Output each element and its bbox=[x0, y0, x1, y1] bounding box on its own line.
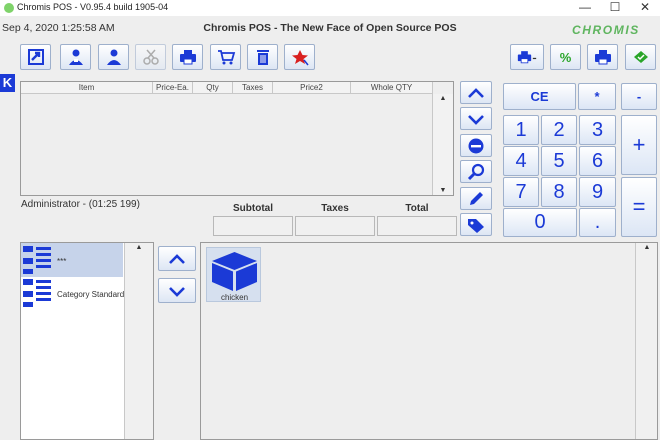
category-item[interactable]: *** bbox=[21, 243, 123, 277]
taxes-value bbox=[295, 216, 375, 236]
product-scrollbar[interactable]: ▲ bbox=[635, 243, 657, 439]
clear-entry-button[interactable]: CE bbox=[503, 83, 576, 110]
minus-circle-icon bbox=[468, 138, 484, 153]
user-icon bbox=[106, 49, 121, 65]
list-icon bbox=[23, 246, 51, 274]
scroll-up-arrow[interactable]: ▲ bbox=[433, 95, 453, 102]
user-button[interactable] bbox=[98, 44, 129, 70]
search-icon bbox=[467, 163, 485, 180]
digit-8-button[interactable]: 8 bbox=[541, 177, 577, 207]
category-label: *** bbox=[57, 257, 67, 266]
decimal-button[interactable]: . bbox=[579, 208, 616, 237]
line-up-button[interactable] bbox=[460, 81, 492, 104]
digit-1-button[interactable]: 1 bbox=[503, 115, 539, 145]
category-up-button[interactable] bbox=[158, 246, 196, 271]
column-header-price2[interactable]: Price2 bbox=[273, 82, 351, 93]
column-header-price[interactable]: Price-Ea. bbox=[153, 82, 193, 93]
minimize-button[interactable]: — bbox=[570, 0, 600, 16]
product-box-icon bbox=[212, 252, 257, 291]
money-icon bbox=[633, 51, 648, 63]
remove-line-button[interactable] bbox=[460, 134, 492, 157]
column-header-qty[interactable]: Qty bbox=[193, 82, 233, 93]
print-button[interactable] bbox=[587, 44, 618, 70]
chevron-down-icon bbox=[169, 286, 185, 297]
taxes-label: Taxes bbox=[321, 203, 349, 214]
window-title: Chromis POS - V0.95.4 build 1905-04 bbox=[17, 2, 169, 12]
product-label: chicken bbox=[220, 293, 249, 302]
plus-button[interactable]: + bbox=[621, 115, 657, 175]
subtotal-value bbox=[213, 216, 293, 236]
cut-icon bbox=[142, 49, 159, 65]
edit-line-button[interactable] bbox=[460, 187, 492, 210]
scroll-up-arrow[interactable]: ▲ bbox=[129, 244, 149, 251]
column-header-taxes[interactable]: Taxes bbox=[233, 82, 273, 93]
refresh-button[interactable] bbox=[20, 44, 51, 70]
chromis-logo: CHROMIS bbox=[572, 23, 640, 37]
current-user-label: Administrator - (01:25 199) bbox=[21, 199, 140, 210]
digit-7-button[interactable]: 7 bbox=[503, 177, 539, 207]
cart-button[interactable] bbox=[210, 44, 241, 70]
search-product-button[interactable] bbox=[460, 160, 492, 183]
digit-5-button[interactable]: 5 bbox=[541, 146, 577, 176]
total-value bbox=[377, 216, 457, 236]
category-down-button[interactable] bbox=[158, 278, 196, 303]
customer-button[interactable] bbox=[60, 44, 91, 70]
discount-button[interactable]: % bbox=[550, 44, 581, 70]
scroll-up-arrow[interactable]: ▲ bbox=[637, 244, 657, 251]
close-button[interactable]: ✕ bbox=[630, 0, 660, 16]
datetime-label: Sep 4, 2020 1:25:58 AM bbox=[2, 22, 115, 34]
product-item[interactable]: chicken bbox=[206, 247, 261, 302]
chevron-up-icon bbox=[169, 253, 185, 264]
cut-button[interactable] bbox=[135, 44, 166, 70]
multiply-button[interactable]: * bbox=[578, 83, 616, 110]
cart-icon bbox=[217, 50, 235, 65]
side-panel-toggle[interactable]: K bbox=[0, 74, 15, 92]
ticket-scrollbar[interactable]: ▲ ▼ bbox=[432, 94, 453, 195]
maximize-button[interactable]: ☐ bbox=[600, 0, 630, 16]
category-label: Category Standard bbox=[57, 290, 125, 299]
delete-ticket-button[interactable] bbox=[247, 44, 278, 70]
refresh-icon bbox=[27, 49, 44, 65]
ticket-table: Item Price-Ea. Qty Taxes Price2 Whole QT… bbox=[20, 81, 454, 196]
equals-button[interactable]: = bbox=[621, 177, 657, 237]
pay-button[interactable] bbox=[625, 44, 656, 70]
window-titlebar: Chromis POS - V0.95.4 build 1905-04 — ☐ … bbox=[0, 0, 660, 16]
total-label: Total bbox=[405, 203, 429, 214]
product-grid: chicken ▲ bbox=[200, 242, 658, 440]
digit-6-button[interactable]: 6 bbox=[579, 146, 616, 176]
digit-4-button[interactable]: 4 bbox=[503, 146, 539, 176]
printer-icon bbox=[594, 50, 611, 65]
pencil-icon bbox=[470, 191, 483, 205]
category-list: *** Category Standard ▲ bbox=[20, 242, 154, 440]
column-header-item[interactable]: Item bbox=[21, 82, 153, 93]
list-icon bbox=[23, 279, 51, 307]
line-down-button[interactable] bbox=[460, 107, 492, 130]
printer-icon bbox=[517, 51, 537, 64]
printer-icon bbox=[179, 50, 196, 65]
digit-2-button[interactable]: 2 bbox=[541, 115, 577, 145]
pin-button[interactable] bbox=[284, 44, 315, 70]
digit-3-button[interactable]: 3 bbox=[579, 115, 616, 145]
subtotal-label: Subtotal bbox=[233, 203, 273, 214]
customer-icon bbox=[68, 49, 83, 65]
app-icon bbox=[4, 3, 14, 13]
trash-icon bbox=[256, 50, 269, 65]
column-header-whole-qty[interactable]: Whole QTY bbox=[351, 82, 433, 93]
chevron-down-icon bbox=[468, 114, 484, 125]
tag-icon bbox=[468, 218, 484, 233]
category-scrollbar[interactable]: ▲ bbox=[124, 243, 153, 439]
attributes-button[interactable] bbox=[460, 213, 492, 236]
category-item[interactable]: Category Standard bbox=[21, 277, 125, 311]
minus-button[interactable]: - bbox=[621, 83, 657, 110]
scroll-down-arrow[interactable]: ▼ bbox=[433, 187, 453, 194]
pin-icon bbox=[291, 50, 309, 66]
print-menu-button[interactable] bbox=[510, 44, 544, 70]
print-ticket-button[interactable] bbox=[172, 44, 203, 70]
ticket-header: Item Price-Ea. Qty Taxes Price2 Whole QT… bbox=[21, 82, 433, 94]
chevron-up-icon bbox=[468, 87, 484, 98]
digit-9-button[interactable]: 9 bbox=[579, 177, 616, 207]
digit-0-button[interactable]: 0 bbox=[503, 208, 577, 237]
